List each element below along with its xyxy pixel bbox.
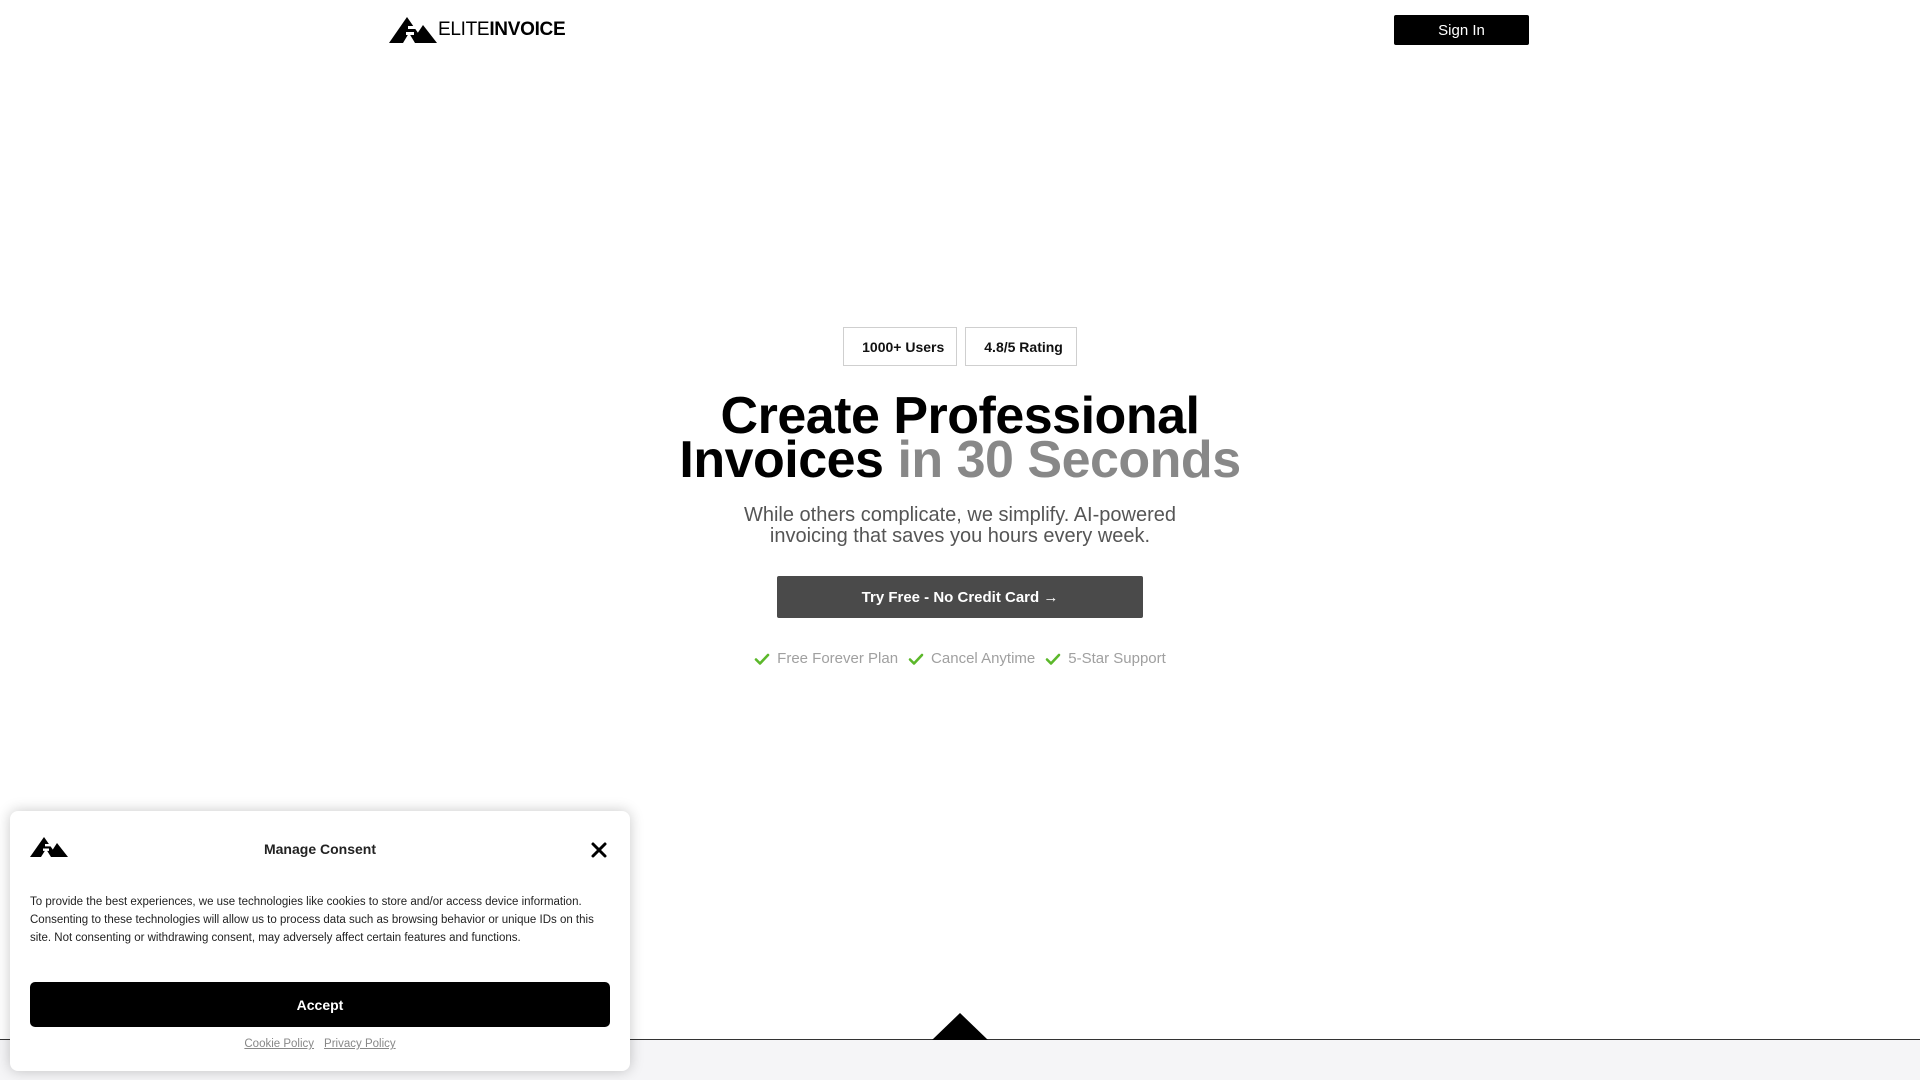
- elite-invoice-logo-icon: [389, 17, 437, 43]
- check-icon: [908, 653, 924, 665]
- triangle-icon: [932, 1013, 988, 1040]
- logo-text: ELITEINVOICE: [438, 15, 566, 45]
- consent-dialog: Manage Consent To provide the best exper…: [10, 811, 630, 1071]
- hero-title-grey: in 30 Seconds: [897, 431, 1241, 489]
- consent-title: Manage Consent: [263, 841, 376, 857]
- sign-in-button[interactable]: Sign In: [1394, 15, 1529, 45]
- feature-item: Cancel Anytime: [908, 650, 1035, 667]
- feature-item: Free Forever Plan: [754, 650, 898, 667]
- hero-title-line2: Invoices in 30 Seconds: [0, 434, 1920, 486]
- feature-label: Free Forever Plan: [777, 650, 899, 667]
- logo-text-bold: INVOICE: [489, 19, 566, 40]
- feature-label: 5-Star Support: [1068, 650, 1166, 667]
- accept-button[interactable]: Accept: [30, 982, 610, 1027]
- header: ELITEINVOICE Sign In: [0, 0, 1920, 62]
- check-icon: [754, 653, 770, 665]
- check-icon: [1045, 653, 1061, 665]
- rating-badge: 4.8/5 Rating: [965, 327, 1077, 366]
- feature-label: Cancel Anytime: [931, 650, 1036, 667]
- hero-title-dark: Invoices: [679, 431, 884, 489]
- feature-list: Free Forever Plan Cancel Anytime 5-Star …: [0, 650, 1920, 667]
- feature-item: 5-Star Support: [1045, 650, 1166, 667]
- hero-title: Create Professional Invoices in 30 Secon…: [0, 390, 1920, 486]
- users-badge: 1000+ Users: [843, 327, 958, 366]
- logo-text-light: ELITE: [438, 19, 490, 40]
- landing-page: ELITEINVOICE Sign In 1000+ Users 4.8/5 R…: [0, 0, 1920, 1080]
- logo[interactable]: ELITEINVOICE: [389, 15, 566, 45]
- hero-subtitle: While others complicate, we simplify. AI…: [743, 504, 1176, 547]
- cookie-policy-link[interactable]: Cookie Policy: [244, 1038, 314, 1050]
- try-free-button[interactable]: Try Free - No Credit Card →: [777, 576, 1143, 618]
- privacy-policy-link[interactable]: Privacy Policy: [324, 1038, 396, 1050]
- consent-links: Cookie Policy Privacy Policy: [10, 1038, 630, 1050]
- close-icon[interactable]: [590, 841, 608, 859]
- trust-badges: 1000+ Users 4.8/5 Rating: [0, 327, 1920, 366]
- consent-text: To provide the best experiences, we use …: [30, 896, 594, 944]
